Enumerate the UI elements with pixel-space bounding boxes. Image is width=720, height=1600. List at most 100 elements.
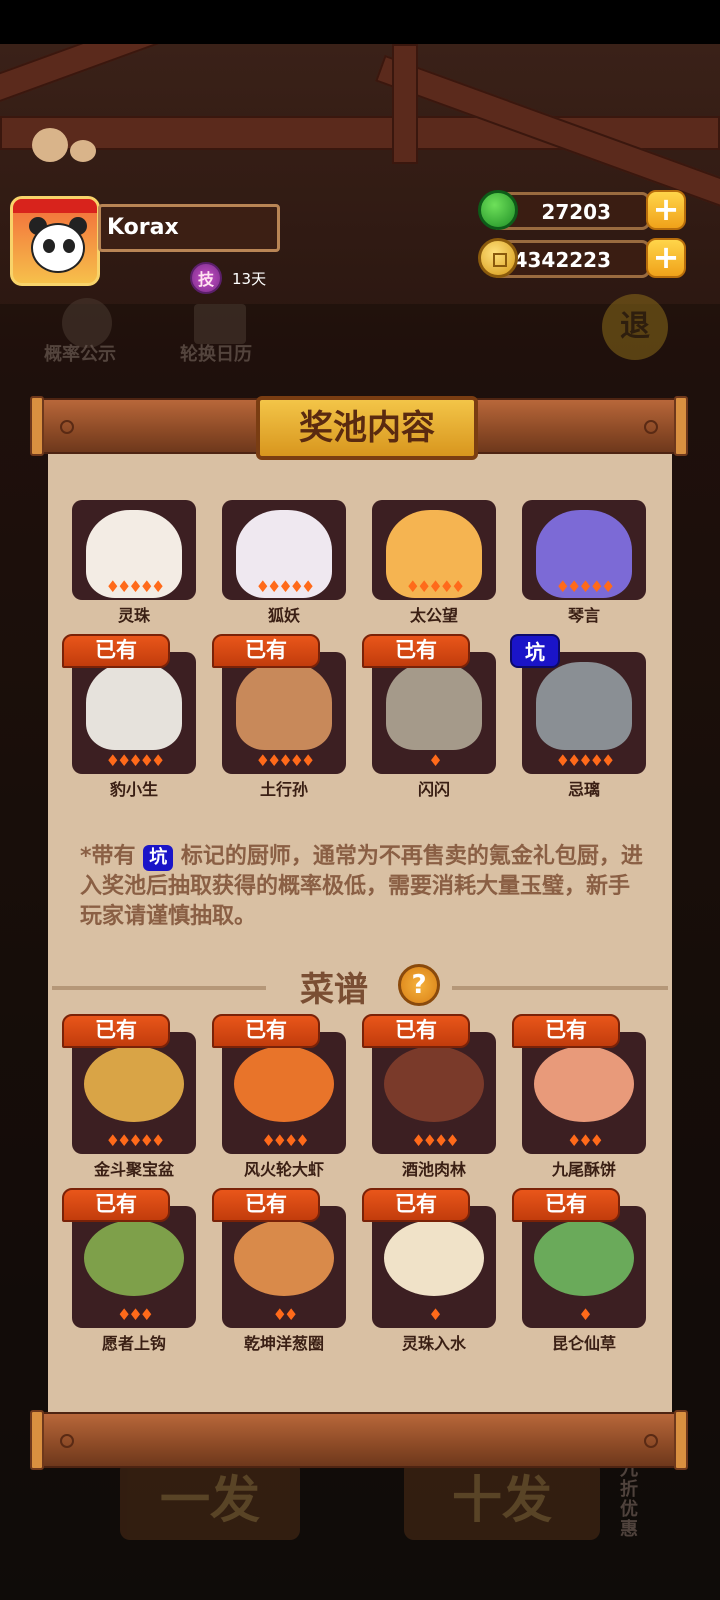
star-rating: ♦♦♦♦ [411,1131,459,1150]
divider [452,986,668,990]
chef-portrait [236,662,332,750]
help-icon[interactable]: ? [398,964,440,1006]
owned-tag: 已有 [212,1014,320,1048]
recipe-card[interactable]: ♦♦♦♦♦ [72,1032,196,1154]
avatar[interactable] [10,196,100,286]
dish-image [384,1046,484,1122]
dish-image [384,1220,484,1296]
star-rating: ♦♦♦♦ [261,1131,309,1150]
star-rating: ♦♦♦♦♦ [555,751,616,770]
chef-card[interactable]: ♦ [372,652,496,774]
owned-tag: 已有 [62,634,170,668]
panda-avatar-icon [31,223,85,273]
owned-tag: 已有 [362,1014,470,1048]
recipe-card[interactable]: ♦ [372,1206,496,1328]
chef-card[interactable]: ♦♦♦♦♦ [222,500,346,600]
star-rating: ♦♦♦♦♦ [105,577,166,596]
chef-name: 忌璃 [567,780,600,799]
add-coin-button[interactable]: + [646,238,686,278]
calendar-button[interactable]: 轮换日历 [180,340,252,366]
recipe-name: 酒池肉林 [401,1160,466,1179]
star-rating: ♦ [578,1305,592,1324]
recipe-card[interactable]: ♦♦♦♦ [372,1032,496,1154]
chef-name: 闪闪 [417,780,450,799]
scroll-bottom-rod [30,1410,688,1470]
dish-image [234,1220,334,1296]
jade-icon [478,190,518,230]
star-rating: ♦♦♦♦♦ [405,577,466,596]
divider [52,986,266,990]
owned-tag: 已有 [62,1014,170,1048]
coin-icon [478,238,518,278]
owned-tag: 已有 [512,1188,620,1222]
dish-image [234,1046,334,1122]
recipe-name: 昆仑仙草 [551,1334,616,1353]
recipe-card[interactable]: ♦♦♦ [72,1206,196,1328]
pull-once-button[interactable]: 一发 [120,1460,300,1540]
owned-tag: 已有 [362,634,470,668]
note-prefix: *带有 [80,844,136,869]
recipe-name: 乾坤洋葱圈 [243,1334,324,1353]
chef-card[interactable]: ♦♦♦♦♦ [522,500,646,600]
roof-post [392,44,418,164]
player-name: Korax [98,204,280,252]
star-rating: ♦♦♦ [566,1131,604,1150]
owned-tag: 已有 [212,1188,320,1222]
dish-image [84,1220,184,1296]
recipe-name: 愿者上钩 [101,1334,166,1353]
dish-image [534,1046,634,1122]
recipes-title: 菜谱 [300,970,368,1010]
chef-name: 豹小生 [109,780,158,799]
pull-ten-button[interactable]: 十发 [404,1460,600,1540]
star-rating: ♦♦♦♦♦ [555,577,616,596]
chef-card[interactable]: ♦♦♦♦♦ [72,652,196,774]
chef-name: 土行孙 [259,780,308,799]
chef-card[interactable]: ♦♦♦♦♦ [522,652,646,774]
recipe-name: 九尾酥饼 [551,1160,616,1179]
recipe-name: 灵珠入水 [401,1334,466,1353]
add-jade-button[interactable]: + [646,190,686,230]
roof-beam [0,44,370,112]
owned-tag: 已有 [212,634,320,668]
star-rating: ♦♦♦♦♦ [255,751,316,770]
star-rating: ♦♦♦♦♦ [105,751,166,770]
chick-decoration [70,140,96,162]
chick-decoration [32,128,68,162]
avatar-frame-banner [13,199,97,213]
recipe-name: 风火轮大虾 [243,1160,324,1179]
chef-name: 太公望 [409,606,458,625]
chef-portrait [536,662,632,750]
chef-name: 灵珠 [117,606,150,625]
pit-tag-inline: 坑 [143,845,174,871]
back-button[interactable]: 退 [602,294,668,360]
star-rating: ♦♦♦♦♦ [255,577,316,596]
star-rating: ♦♦♦ [116,1305,154,1324]
chef-portrait [86,662,182,750]
owned-tag: 已有 [362,1188,470,1222]
star-rating: ♦♦♦♦♦ [105,1131,166,1150]
pool-title: 奖池内容 [256,396,478,460]
star-rating: ♦ [428,1305,442,1324]
dish-image [534,1220,634,1296]
recipe-card[interactable]: ♦♦ [222,1206,346,1328]
days-counter: 13天 [232,270,267,288]
chef-card[interactable]: ♦♦♦♦♦ [72,500,196,600]
recipe-card[interactable]: ♦♦♦ [522,1032,646,1154]
owned-tag: 已有 [62,1188,170,1222]
chef-name: 狐妖 [267,606,300,625]
chef-name: 琴言 [567,606,600,625]
discount-label: 九折优惠 [620,1459,638,1540]
recipe-card[interactable]: ♦♦♦♦ [222,1032,346,1154]
pool-note: *带有 坑 标记的厨师，通常为不再售卖的氪金礼包厨，进入奖池后抽取获得的概率极低… [80,842,646,932]
chef-card[interactable]: ♦♦♦♦♦ [372,500,496,600]
probability-button[interactable]: 概率公示 [44,340,116,366]
recipe-name: 金斗聚宝盆 [93,1160,174,1179]
star-rating: ♦ [428,751,442,770]
calendar-icon [194,304,246,344]
skill-badge: 技 [190,262,222,294]
star-rating: ♦♦ [272,1305,299,1324]
chef-card[interactable]: ♦♦♦♦♦ [222,652,346,774]
pit-tag: 坑 [510,634,560,668]
owned-tag: 已有 [512,1014,620,1048]
recipe-card[interactable]: ♦ [522,1206,646,1328]
